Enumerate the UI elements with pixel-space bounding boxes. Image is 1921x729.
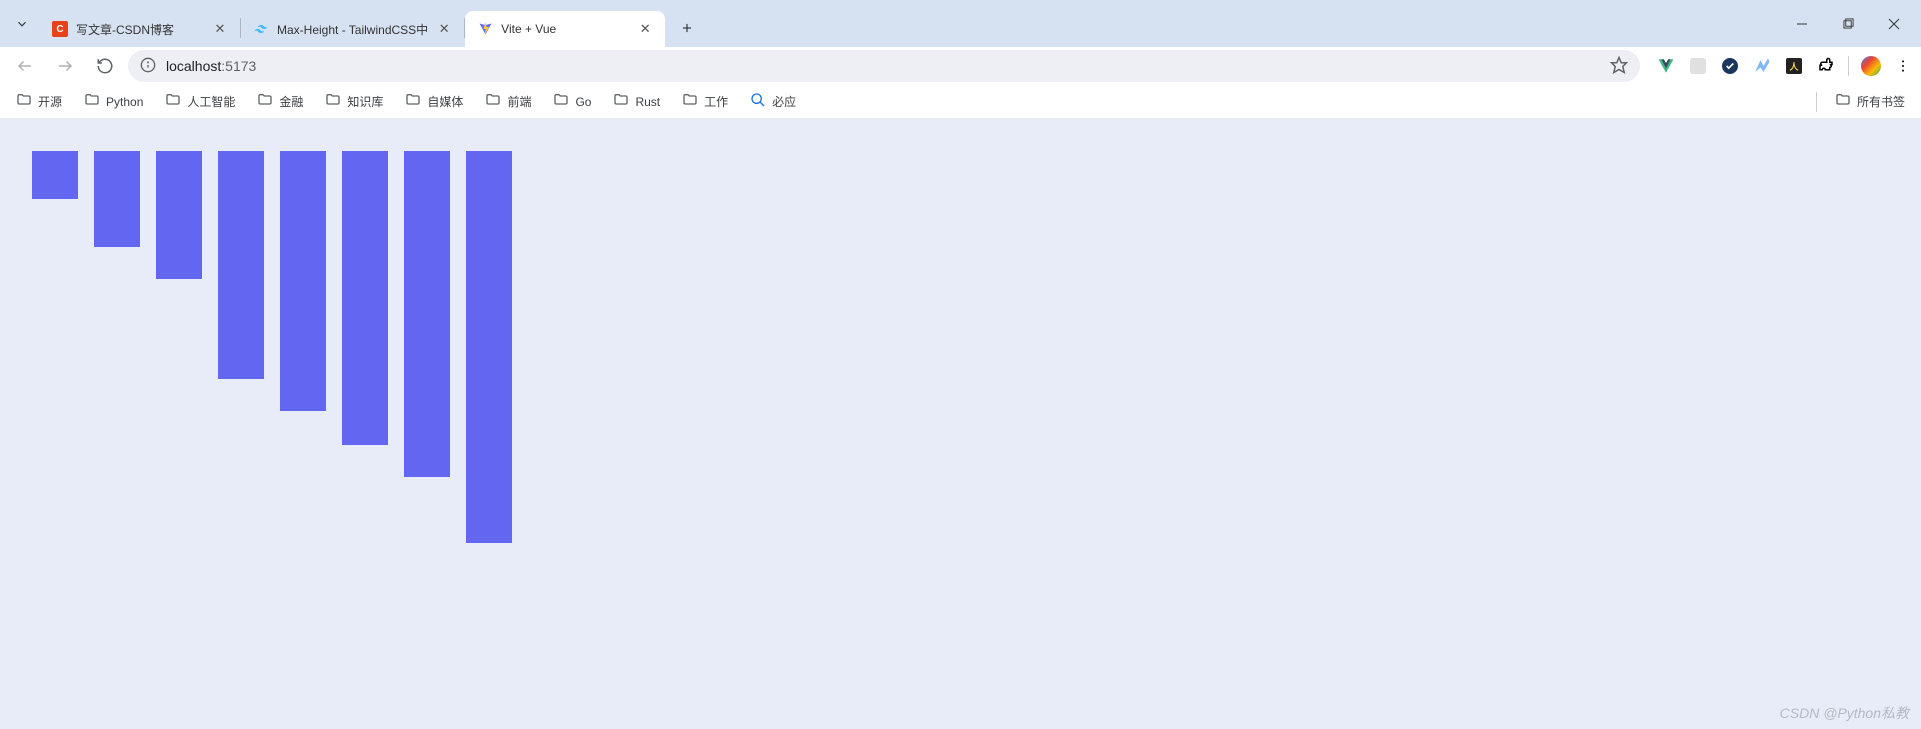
bookmark-label: 人工智能 bbox=[187, 93, 235, 110]
forward-button[interactable] bbox=[48, 49, 82, 83]
tab-title: Vite + Vue bbox=[501, 22, 629, 36]
toolbar: localhost:5173 人 bbox=[0, 47, 1921, 85]
all-bookmarks-button[interactable]: 所有书签 bbox=[1831, 88, 1909, 115]
profile-avatar[interactable] bbox=[1861, 56, 1881, 76]
tab-title: 写文章-CSDN博客 bbox=[76, 21, 204, 38]
site-info-icon[interactable] bbox=[140, 57, 156, 76]
bookmark-folder-rust[interactable]: Rust bbox=[609, 88, 664, 115]
extensions-menu-icon[interactable] bbox=[1816, 56, 1836, 76]
bookmark-label: 自媒体 bbox=[427, 93, 463, 110]
chart-bar bbox=[404, 151, 450, 477]
chart-bar bbox=[156, 151, 202, 279]
maximize-button[interactable] bbox=[1825, 8, 1871, 40]
bookmark-label: Python bbox=[106, 95, 143, 109]
tab-strip-region: C 写文章-CSDN博客 ✕ Max-Height - TailwindCSS中… bbox=[0, 0, 1921, 47]
folder-icon bbox=[257, 92, 273, 111]
folder-icon bbox=[325, 92, 341, 111]
bookmark-folder-knowledge[interactable]: 知识库 bbox=[321, 88, 387, 115]
close-icon[interactable]: ✕ bbox=[436, 21, 452, 37]
extension-icon-1[interactable] bbox=[1688, 56, 1708, 76]
chart-bar bbox=[342, 151, 388, 445]
bookmark-label: Go bbox=[575, 95, 591, 109]
kebab-menu-icon[interactable] bbox=[1893, 56, 1913, 76]
vite-icon bbox=[477, 21, 493, 37]
extensions-area: 人 bbox=[1646, 56, 1913, 76]
folder-icon bbox=[84, 92, 100, 111]
extension-icon-3[interactable] bbox=[1752, 56, 1772, 76]
extension-icon-2[interactable] bbox=[1720, 56, 1740, 76]
folder-icon bbox=[165, 92, 181, 111]
bookmark-label: 工作 bbox=[704, 93, 728, 110]
tab-title: Max-Height - TailwindCSS中 bbox=[277, 21, 428, 38]
address-bar[interactable]: localhost:5173 bbox=[128, 50, 1640, 82]
bookmark-folder-work[interactable]: 工作 bbox=[678, 88, 732, 115]
bookmark-folder-go[interactable]: Go bbox=[549, 88, 595, 115]
bookmark-folder-ai[interactable]: 人工智能 bbox=[161, 88, 239, 115]
folder-icon bbox=[485, 92, 501, 111]
back-button[interactable] bbox=[8, 49, 42, 83]
bookmark-label: 必应 bbox=[772, 93, 796, 110]
bookmarks-separator bbox=[1816, 92, 1817, 112]
bookmark-label: 知识库 bbox=[347, 93, 383, 110]
chart-bar bbox=[32, 151, 78, 199]
bookmark-label: 金融 bbox=[279, 93, 303, 110]
tab-vite-vue[interactable]: Vite + Vue ✕ bbox=[465, 11, 665, 47]
page-content: CSDN @Python私教 bbox=[0, 119, 1921, 729]
chart-bar bbox=[94, 151, 140, 247]
bookmark-bing[interactable]: 必应 bbox=[746, 88, 800, 115]
bookmark-folder-python[interactable]: Python bbox=[80, 88, 147, 115]
close-window-button[interactable] bbox=[1871, 8, 1917, 40]
folder-icon bbox=[682, 92, 698, 111]
folder-icon bbox=[613, 92, 629, 111]
close-icon[interactable]: ✕ bbox=[637, 21, 653, 37]
star-icon[interactable] bbox=[1610, 56, 1628, 77]
window-controls bbox=[1779, 8, 1917, 40]
vue-devtools-icon[interactable] bbox=[1656, 56, 1676, 76]
bookmark-label: 前端 bbox=[507, 93, 531, 110]
tab-csdn[interactable]: C 写文章-CSDN博客 ✕ bbox=[40, 11, 240, 47]
tailwind-icon bbox=[253, 21, 269, 37]
bar-chart bbox=[32, 151, 1889, 543]
close-icon[interactable]: ✕ bbox=[212, 21, 228, 37]
minimize-button[interactable] bbox=[1779, 8, 1825, 40]
chart-bar bbox=[280, 151, 326, 411]
toolbar-separator bbox=[1848, 56, 1849, 76]
bookmark-folder-opensource[interactable]: 开源 bbox=[12, 88, 66, 115]
bookmark-folder-media[interactable]: 自媒体 bbox=[401, 88, 467, 115]
bookmark-folder-finance[interactable]: 金融 bbox=[253, 88, 307, 115]
search-icon bbox=[750, 92, 766, 111]
folder-icon bbox=[405, 92, 421, 111]
tabs-dropdown-button[interactable] bbox=[4, 6, 40, 42]
tab-tailwind[interactable]: Max-Height - TailwindCSS中 ✕ bbox=[241, 11, 464, 47]
chart-bar bbox=[466, 151, 512, 543]
url-text: localhost:5173 bbox=[166, 58, 256, 74]
reload-button[interactable] bbox=[88, 49, 122, 83]
new-tab-button[interactable] bbox=[673, 14, 701, 42]
bookmark-label: Rust bbox=[635, 95, 660, 109]
extension-icon-4[interactable]: 人 bbox=[1784, 56, 1804, 76]
folder-icon bbox=[553, 92, 569, 111]
watermark-text: CSDN @Python私教 bbox=[1780, 703, 1909, 723]
folder-icon bbox=[16, 92, 32, 111]
chart-bar bbox=[218, 151, 264, 379]
tab-strip: C 写文章-CSDN博客 ✕ Max-Height - TailwindCSS中… bbox=[40, 0, 1779, 47]
bookmark-label: 开源 bbox=[38, 93, 62, 110]
folder-icon bbox=[1835, 92, 1851, 111]
all-bookmarks-label: 所有书签 bbox=[1857, 93, 1905, 110]
bookmarks-bar: 开源 Python 人工智能 金融 知识库 自媒体 前端 Go Rust 工作 … bbox=[0, 85, 1921, 119]
bookmark-folder-frontend[interactable]: 前端 bbox=[481, 88, 535, 115]
csdn-icon: C bbox=[52, 21, 68, 37]
